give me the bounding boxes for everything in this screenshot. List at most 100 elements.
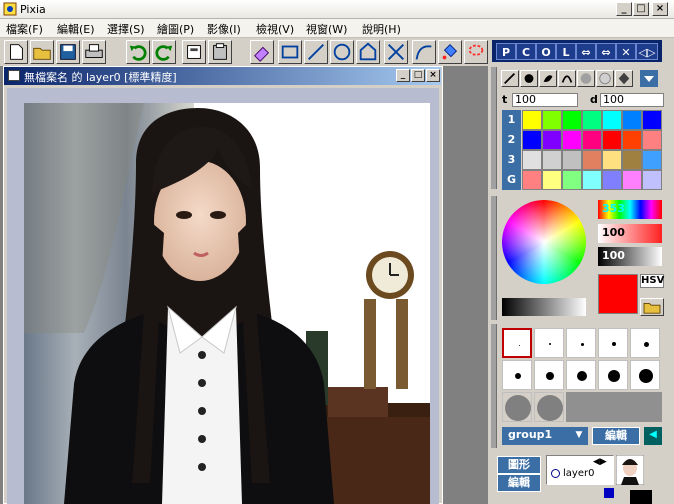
- polygon-icon[interactable]: [356, 40, 380, 64]
- edit-button[interactable]: 編輯: [592, 427, 640, 445]
- palette-swatch[interactable]: [522, 170, 542, 190]
- palette-swatch[interactable]: [522, 150, 542, 170]
- palette-swatch[interactable]: [642, 150, 662, 170]
- palette-swatch[interactable]: [622, 110, 642, 130]
- blur-brush-icon[interactable]: [596, 70, 614, 87]
- palette-swatch[interactable]: [602, 110, 622, 130]
- pcol-l-button[interactable]: L: [556, 43, 576, 60]
- pcol-c-button[interactable]: C: [516, 43, 536, 60]
- cross-icon[interactable]: [384, 40, 408, 64]
- saturation-slider[interactable]: 100: [598, 224, 662, 243]
- brush-preset[interactable]: [630, 360, 660, 390]
- copy-icon[interactable]: [182, 40, 206, 64]
- bucket-icon[interactable]: [438, 40, 462, 64]
- minimize-button[interactable]: _: [616, 2, 632, 16]
- palette-row-label-3[interactable]: 3: [502, 150, 521, 170]
- palette-swatch[interactable]: [602, 170, 622, 190]
- density-field[interactable]: 100: [600, 93, 664, 107]
- gray-gradient-bar[interactable]: [502, 298, 586, 316]
- palette-swatch[interactable]: [622, 150, 642, 170]
- size-field[interactable]: 100: [512, 93, 578, 107]
- color-handle[interactable]: [491, 196, 497, 320]
- palette-row-label-2[interactable]: 2: [502, 130, 521, 150]
- brush-preset[interactable]: [566, 328, 596, 358]
- round-brush-icon[interactable]: [520, 70, 538, 87]
- palette-row-label-g[interactable]: G: [502, 170, 521, 190]
- pen-brush-icon[interactable]: [501, 70, 519, 87]
- palette-swatch[interactable]: [562, 150, 582, 170]
- line-icon[interactable]: [304, 40, 328, 64]
- brush-preset[interactable]: [534, 360, 564, 390]
- expand-h-icon[interactable]: ⇔: [576, 43, 596, 60]
- figure-button[interactable]: 圖形: [497, 456, 541, 474]
- doc-minimize-button[interactable]: _: [396, 69, 410, 82]
- color-mode-button[interactable]: HSV: [640, 274, 664, 288]
- palette-swatch[interactable]: [582, 170, 602, 190]
- brush-handle[interactable]: [491, 324, 497, 448]
- palette-swatch[interactable]: [582, 150, 602, 170]
- arc-brush-icon[interactable]: [558, 70, 576, 87]
- palette-swatch[interactable]: [642, 170, 662, 190]
- brush-preset[interactable]: [502, 328, 532, 358]
- layer-thumbnail[interactable]: [616, 455, 644, 485]
- brush-preset[interactable]: [502, 360, 532, 390]
- palette-swatch[interactable]: [622, 130, 642, 150]
- color-wheel[interactable]: [502, 200, 586, 284]
- save-icon[interactable]: [56, 40, 80, 64]
- print-icon[interactable]: [82, 40, 106, 64]
- lasso-icon[interactable]: [464, 40, 488, 64]
- brush-preset[interactable]: [566, 360, 596, 390]
- brush-preset[interactable]: [502, 392, 532, 422]
- palette-row-label-1[interactable]: 1: [502, 110, 521, 130]
- palette-swatch[interactable]: [522, 130, 542, 150]
- palette-swatch[interactable]: [602, 130, 622, 150]
- palette-swatch[interactable]: [542, 170, 562, 190]
- soft-brush-icon[interactable]: [577, 70, 595, 87]
- palette-swatch[interactable]: [602, 150, 622, 170]
- circle-icon[interactable]: [330, 40, 354, 64]
- doc-maximize-button[interactable]: □: [411, 69, 425, 82]
- maximize-button[interactable]: □: [633, 2, 649, 16]
- close-x-icon[interactable]: ✕: [616, 43, 636, 60]
- palette-swatch[interactable]: [642, 130, 662, 150]
- menu-file[interactable]: 檔案(F): [6, 21, 43, 37]
- value-slider[interactable]: 100: [598, 247, 662, 266]
- rectangle-icon[interactable]: [278, 40, 302, 64]
- brush-dropdown-icon[interactable]: [640, 70, 658, 87]
- undo-icon[interactable]: [126, 40, 150, 64]
- pcol-p-button[interactable]: P: [496, 43, 516, 60]
- palette-swatch[interactable]: [522, 110, 542, 130]
- palette-swatch[interactable]: [562, 110, 582, 130]
- menu-select[interactable]: 選擇(S): [107, 21, 145, 37]
- curve-icon[interactable]: [412, 40, 436, 64]
- brush-preset[interactable]: [630, 328, 660, 358]
- ink-brush-icon[interactable]: [539, 70, 557, 87]
- doc-close-button[interactable]: ×: [426, 69, 440, 82]
- folder-icon[interactable]: [640, 298, 664, 316]
- menu-edit[interactable]: 編輯(E): [57, 21, 95, 37]
- expand-h-icon-2[interactable]: ⇔: [596, 43, 616, 60]
- palette-swatch[interactable]: [622, 170, 642, 190]
- eraser-icon[interactable]: [250, 40, 274, 64]
- palette-swatch[interactable]: [642, 110, 662, 130]
- chevron-down-icon[interactable]: ▼: [570, 427, 588, 445]
- new-icon[interactable]: [4, 40, 28, 64]
- close-button[interactable]: ×: [652, 2, 668, 16]
- menu-window[interactable]: 視窗(W): [306, 21, 347, 37]
- palette-swatch[interactable]: [562, 130, 582, 150]
- edit-button-2[interactable]: 編輯: [497, 474, 541, 492]
- redo-icon[interactable]: [152, 40, 176, 64]
- pcol-o-button[interactable]: O: [536, 43, 556, 60]
- palette-handle[interactable]: [491, 67, 497, 189]
- layer-arrows-icon[interactable]: ◀▶: [593, 457, 607, 467]
- menu-view[interactable]: 檢視(V): [256, 21, 294, 37]
- brush-preset[interactable]: [534, 392, 564, 422]
- palette-swatch[interactable]: [582, 110, 602, 130]
- palette-swatch[interactable]: [542, 130, 562, 150]
- palette-swatch[interactable]: [562, 170, 582, 190]
- brush-preset[interactable]: [598, 328, 628, 358]
- canvas-image[interactable]: [24, 103, 430, 504]
- diamond-brush-icon[interactable]: [615, 70, 633, 87]
- menu-help[interactable]: 說明(H): [362, 21, 401, 37]
- layer-item[interactable]: layer0 ◀▶: [546, 455, 614, 485]
